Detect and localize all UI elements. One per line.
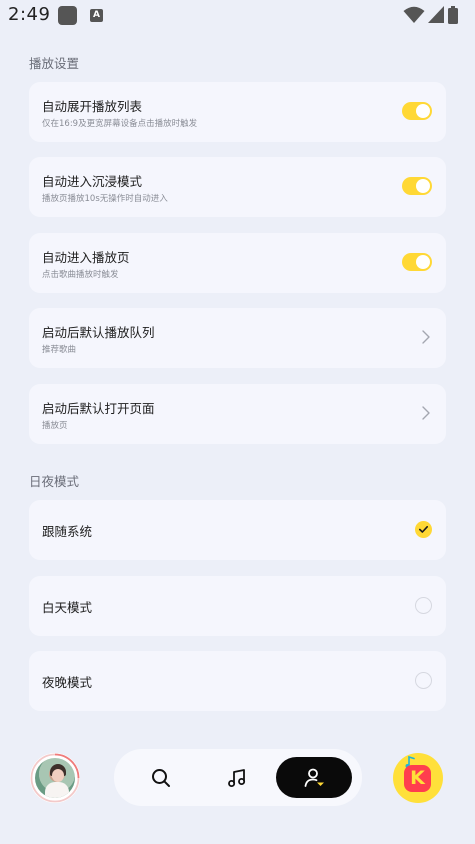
night-mode-radio[interactable]: [415, 672, 432, 689]
check-icon: [419, 526, 428, 533]
signal-icon: [428, 6, 444, 23]
option-title: 夜晚模式: [42, 675, 93, 690]
now-playing-avatar[interactable]: [30, 753, 80, 803]
status-time: 2:49: [8, 4, 51, 25]
option-title: 白天模式: [42, 600, 93, 615]
setting-subtitle: 播放页播放10s无操作时自动进入: [42, 194, 168, 204]
daynight-option-night[interactable]: 夜晚模式: [29, 651, 446, 711]
setting-auto-expand-playlist[interactable]: 自动展开播放列表 仅在16:9及更宽屏幕设备点击播放时触发: [29, 82, 446, 142]
nav-profile-button[interactable]: [276, 757, 352, 798]
setting-title: 启动后默认打开页面: [42, 401, 155, 416]
setting-auto-play-page[interactable]: 自动进入播放页 点击歌曲播放时触发: [29, 233, 446, 293]
toggle-knob: [416, 179, 430, 193]
status-bar: 2:49 A: [0, 0, 475, 32]
app-logo-button[interactable]: K: [393, 753, 443, 803]
auto-play-page-toggle[interactable]: [402, 253, 432, 271]
nav-search-button[interactable]: [126, 757, 196, 798]
battery-icon: [448, 6, 458, 24]
search-icon: [152, 768, 170, 787]
chevron-right-icon: [422, 406, 430, 420]
setting-title: 自动展开播放列表: [42, 99, 143, 114]
app-notification-icon: [58, 6, 77, 25]
setting-subtitle: 播放页: [42, 421, 68, 431]
section-title-playback: 播放设置: [29, 56, 80, 71]
section-title-daynight: 日夜模式: [29, 474, 80, 489]
toggle-knob: [416, 104, 430, 118]
setting-default-queue[interactable]: 启动后默认播放队列 推荐歌曲: [29, 308, 446, 368]
app-logo-icon: K: [404, 765, 431, 792]
chevron-right-icon: [422, 330, 430, 344]
music-note-icon: [228, 768, 246, 787]
setting-title: 启动后默认播放队列: [42, 325, 155, 340]
wifi-icon: [403, 6, 425, 23]
daynight-option-follow-system[interactable]: 跟随系统: [29, 500, 446, 560]
a-notification-icon: A: [90, 9, 103, 22]
setting-subtitle: 仅在16:9及更宽屏幕设备点击播放时触发: [42, 119, 198, 129]
auto-expand-playlist-toggle[interactable]: [402, 102, 432, 120]
daynight-option-day[interactable]: 白天模式: [29, 576, 446, 636]
setting-subtitle: 推荐歌曲: [42, 345, 77, 355]
bottom-nav: [114, 749, 362, 806]
option-title: 跟随系统: [42, 524, 93, 539]
follow-system-radio[interactable]: [415, 521, 432, 538]
setting-subtitle: 点击歌曲播放时触发: [42, 270, 119, 280]
setting-auto-immersive[interactable]: 自动进入沉浸模式 播放页播放10s无操作时自动进入: [29, 157, 446, 217]
day-mode-radio[interactable]: [415, 597, 432, 614]
auto-immersive-toggle[interactable]: [402, 177, 432, 195]
setting-title: 自动进入播放页: [42, 250, 130, 265]
app-logo-letter: K: [410, 767, 425, 789]
setting-title: 自动进入沉浸模式: [42, 174, 143, 189]
progress-ring: [30, 753, 80, 803]
setting-default-page[interactable]: 启动后默认打开页面 播放页: [29, 384, 446, 444]
toggle-knob: [416, 255, 430, 269]
profile-icon: [304, 768, 324, 787]
status-indicators: [403, 6, 463, 26]
nav-music-button[interactable]: [202, 757, 272, 798]
